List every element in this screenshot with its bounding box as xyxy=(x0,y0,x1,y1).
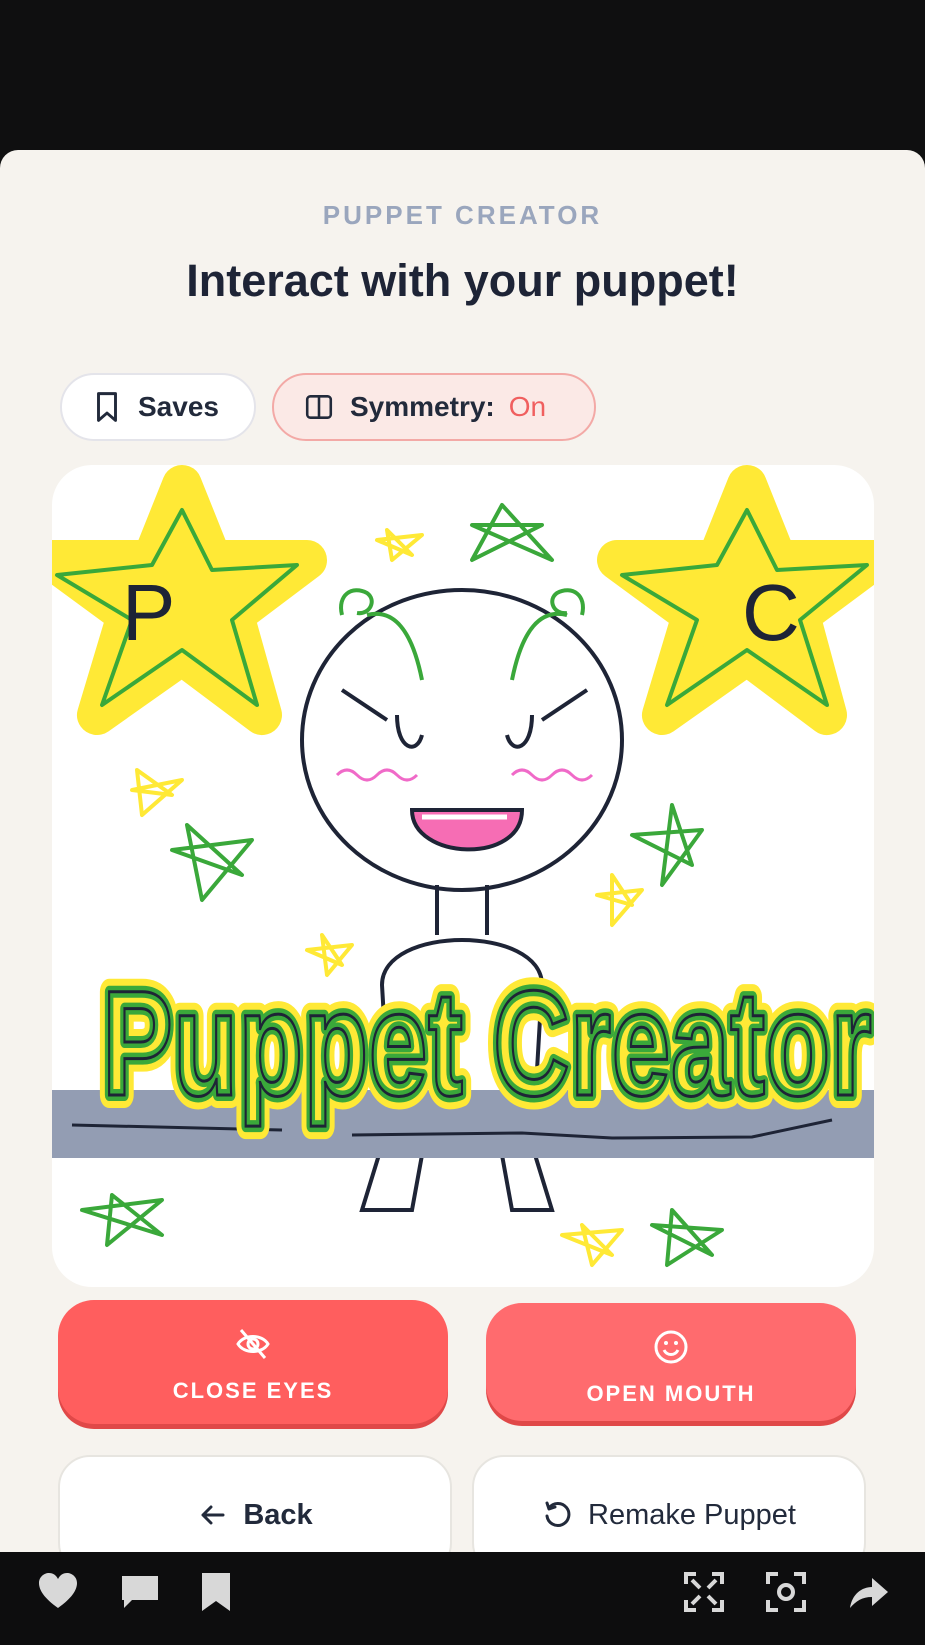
remake-label: Remake Puppet xyxy=(588,1498,796,1531)
open-mouth-label: OPEN MOUTH xyxy=(586,1381,756,1406)
saves-label: Saves xyxy=(138,391,219,422)
symmetry-toggle[interactable]: Symmetry: On xyxy=(272,373,596,441)
screenshot-icon[interactable] xyxy=(764,1570,808,1614)
open-mouth-button[interactable]: OPEN MOUTH xyxy=(486,1303,856,1421)
close-eyes-button[interactable]: CLOSE EYES xyxy=(58,1300,448,1424)
back-label: Back xyxy=(243,1498,313,1531)
star-left: P xyxy=(52,465,327,735)
columns-icon xyxy=(305,395,333,419)
back-button[interactable]: Back xyxy=(58,1455,452,1552)
saves-button[interactable]: Saves xyxy=(60,373,256,441)
app-eyebrow: PUPPET CREATOR xyxy=(322,200,603,230)
puppet-drawing: P C Puppet Creator Puppet Creator Puppet… xyxy=(52,465,874,1267)
eye-off-icon xyxy=(236,1329,270,1359)
system-bottom-bar xyxy=(0,1552,925,1645)
symmetry-value: On xyxy=(508,391,547,422)
comment-icon[interactable] xyxy=(118,1570,162,1614)
star-right-letter: C xyxy=(742,568,800,657)
arrow-left-icon xyxy=(201,1505,225,1525)
refresh-icon xyxy=(545,1501,571,1527)
puppet-panel: PUPPET CREATOR Interact with your puppet… xyxy=(0,150,925,1552)
smile-icon xyxy=(654,1330,688,1364)
close-eyes-label: CLOSE EYES xyxy=(172,1378,334,1403)
star-right: C xyxy=(597,465,874,735)
bookmark-icon xyxy=(97,392,117,422)
star-left-letter: P xyxy=(122,568,175,657)
fullscreen-icon[interactable] xyxy=(682,1570,726,1614)
top-black-area xyxy=(0,0,925,150)
remake-puppet-button[interactable]: Remake Puppet xyxy=(472,1455,866,1552)
puppet-canvas[interactable]: P C Puppet Creator Puppet Creator Puppet… xyxy=(52,465,874,1287)
banner-text-outline: Puppet Creator xyxy=(102,959,872,1127)
page-title: Interact with your puppet! xyxy=(186,255,739,306)
bookmark-icon[interactable] xyxy=(194,1570,238,1614)
heart-icon[interactable] xyxy=(36,1570,80,1614)
banner-text: Puppet Creator Puppet Creator Puppet Cre… xyxy=(89,946,874,1140)
symmetry-label: Symmetry: xyxy=(350,391,495,422)
share-icon[interactable] xyxy=(846,1570,890,1614)
